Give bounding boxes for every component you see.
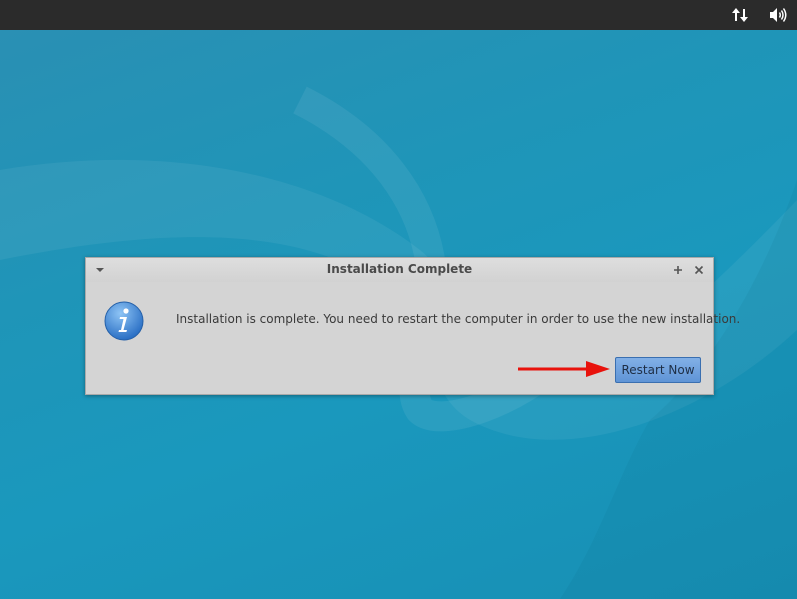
maximize-icon[interactable]: [672, 264, 684, 276]
desktop: Installation Complete Installation is co…: [0, 0, 797, 599]
dialog-message: Installation is complete. You need to re…: [176, 312, 741, 326]
info-icon: [104, 301, 144, 341]
volume-icon[interactable]: [768, 5, 788, 25]
dialog-title: Installation Complete: [326, 262, 473, 276]
installation-complete-dialog: Installation Complete Installation is co…: [85, 257, 740, 395]
top-panel: [0, 0, 797, 30]
dialog-titlebar[interactable]: Installation Complete: [86, 258, 713, 282]
restart-now-button[interactable]: Restart Now: [615, 357, 701, 383]
close-icon[interactable]: [693, 264, 705, 276]
red-arrow-annotation: [518, 361, 610, 377]
network-updown-icon[interactable]: [730, 5, 750, 25]
